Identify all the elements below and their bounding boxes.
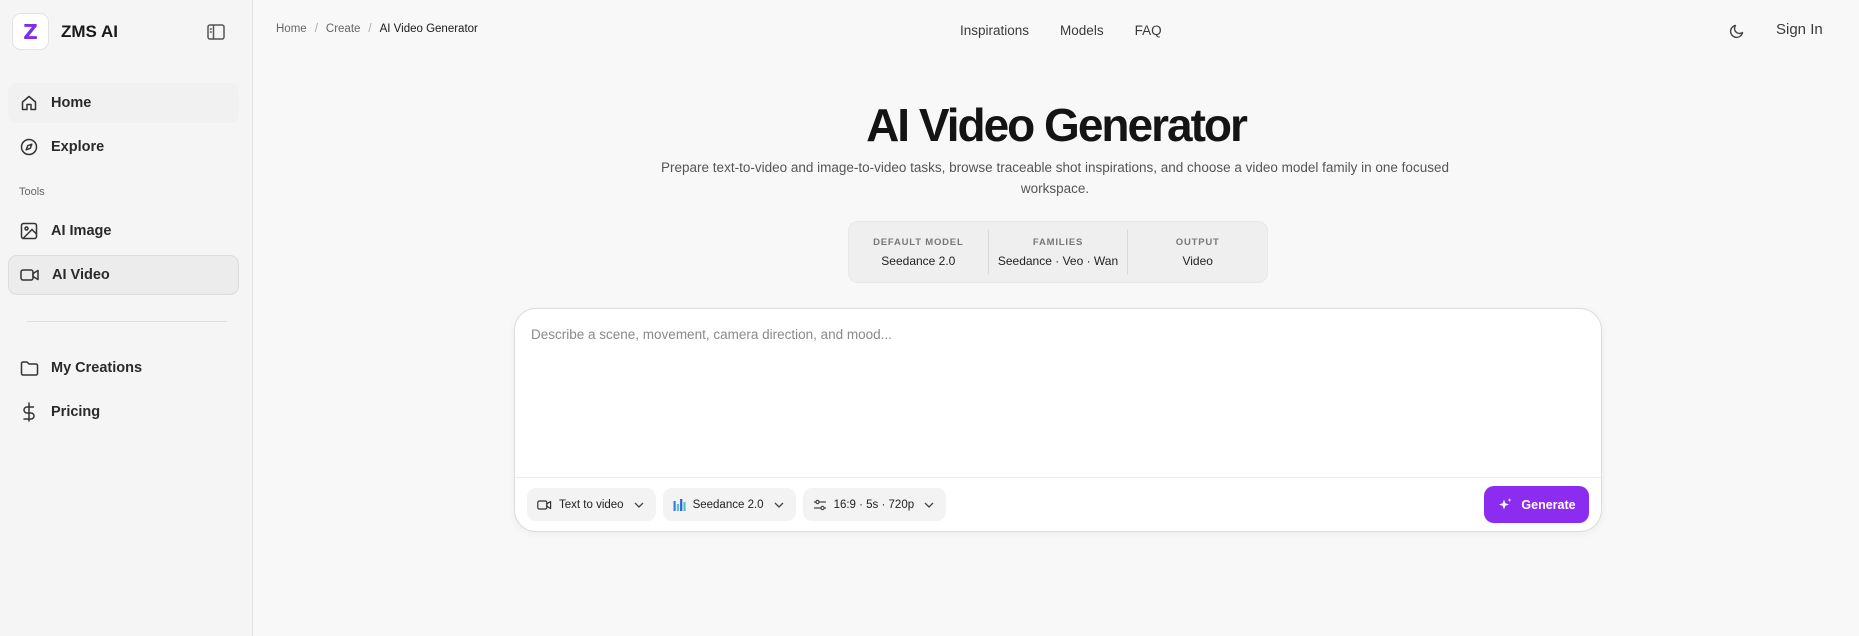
brand-name: ZMS AI [61, 21, 118, 41]
chevron-down-icon [634, 502, 644, 508]
settings-select-value: 16:9 · 5s · 720p [833, 498, 915, 511]
sidebar-item-my-creations[interactable]: My Creations [8, 348, 239, 388]
theme-toggle-button[interactable] [1726, 20, 1748, 42]
generate-button-label: Generate [1521, 497, 1576, 512]
breadcrumb-current: AI Video Generator [379, 23, 478, 35]
stat-value: Seedance · Veo · Wan [997, 253, 1119, 268]
breadcrumb: Home / Create / AI Video Generator [276, 23, 478, 35]
compass-icon [19, 137, 39, 157]
breadcrumb-separator: / [368, 23, 372, 35]
generate-button[interactable]: Generate [1484, 486, 1589, 523]
sidebar-item-ai-video[interactable]: AI Video [8, 255, 239, 295]
prompt-composer: Text to video Seedance 2.0 16:9 · 5s · 7… [514, 308, 1602, 532]
video-camera-icon [20, 265, 40, 285]
breadcrumb-create[interactable]: Create [326, 23, 361, 35]
home-icon [19, 93, 39, 113]
breadcrumb-separator: / [314, 23, 318, 35]
stat-families: FAMILIES Seedance · Veo · Wan [987, 230, 1128, 274]
nav-link-faq[interactable]: FAQ [1135, 23, 1162, 38]
mode-select[interactable]: Text to video [527, 488, 656, 521]
video-camera-icon [537, 499, 552, 511]
page-subtitle: Prepare text-to-video and image-to-video… [661, 160, 1449, 196]
moon-icon [1729, 24, 1744, 39]
sidebar-item-label: Home [51, 95, 92, 111]
stat-default-model: DEFAULT MODEL Seedance 2.0 [849, 230, 988, 274]
stat-value: Seedance 2.0 [881, 253, 956, 268]
brand[interactable]: Z ZMS AI [12, 13, 118, 50]
bar-chart-icon [673, 498, 686, 511]
sidebar-item-ai-image[interactable]: AI Image [8, 211, 239, 251]
breadcrumb-home[interactable]: Home [276, 23, 307, 35]
chevron-down-icon [924, 502, 934, 508]
prompt-input[interactable] [531, 327, 1581, 457]
model-stats-panel: DEFAULT MODEL Seedance 2.0 FAMILIES Seed… [848, 221, 1268, 283]
stat-output: OUTPUT Video [1127, 230, 1267, 274]
composer-divider [515, 477, 1601, 478]
sliders-icon [813, 499, 827, 511]
folder-icon [19, 358, 39, 378]
sidebar-item-home[interactable]: Home [8, 83, 239, 123]
stat-key: FAMILIES [1032, 236, 1084, 248]
sign-in-button[interactable]: Sign In [1776, 21, 1823, 38]
nav-link-models[interactable]: Models [1060, 23, 1104, 38]
sidebar-item-label: Explore [51, 139, 105, 155]
mode-select-value: Text to video [559, 498, 624, 511]
sidebar-item-label: AI Image [51, 223, 112, 239]
model-select-value: Seedance 2.0 [692, 498, 764, 511]
image-icon [19, 221, 39, 241]
sparkle-icon [1497, 497, 1513, 513]
sidebar-item-pricing[interactable]: Pricing [8, 392, 239, 432]
sidebar-section-tools: Tools [19, 186, 45, 198]
stat-value: Video [1182, 253, 1213, 268]
composer-toolbar: Text to video Seedance 2.0 16:9 · 5s · 7… [527, 488, 953, 521]
sidebar-item-label: My Creations [51, 360, 143, 376]
top-nav: Inspirations Models FAQ [960, 23, 1193, 38]
nav-link-inspirations[interactable]: Inspirations [960, 23, 1029, 38]
model-select[interactable]: Seedance 2.0 [662, 488, 796, 521]
sidebar-panel-icon [207, 24, 225, 40]
chevron-down-icon [774, 502, 784, 508]
sidebar-divider [27, 321, 227, 322]
page-title: AI Video Generator [866, 99, 1248, 151]
sidebar-item-label: AI Video [52, 267, 110, 283]
sidebar-item-label: Pricing [51, 404, 101, 420]
sidebar-item-explore[interactable]: Explore [8, 127, 239, 167]
brand-logo-letter: Z [23, 19, 38, 44]
stat-key: DEFAULT MODEL [873, 236, 964, 248]
sidebar: Z ZMS AI Home Explore Tools AI Image AI … [0, 0, 253, 636]
stat-key: OUTPUT [1175, 236, 1220, 248]
dollar-icon [19, 402, 39, 422]
brand-logo: Z [12, 13, 49, 50]
settings-select[interactable]: 16:9 · 5s · 720p [802, 488, 947, 521]
sidebar-toggle-button[interactable] [204, 20, 228, 44]
